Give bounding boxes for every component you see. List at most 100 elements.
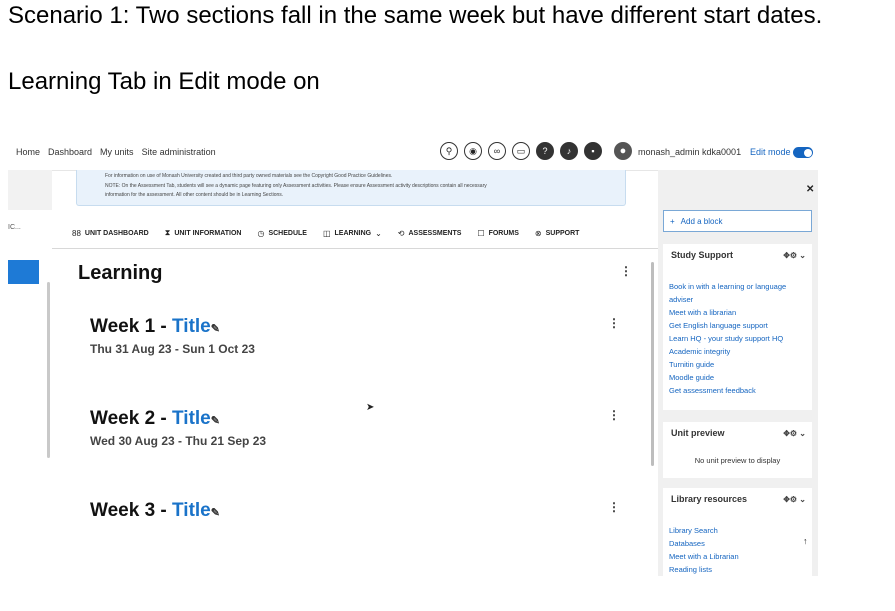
scenario-heading: Scenario 1: Two sections fall in the sam… [8,2,823,29]
left-scrollbar[interactable] [47,282,50,458]
link-turnitin-guide[interactable]: Turnitin guide [669,358,806,371]
mouse-pointer-icon: ➤ [366,402,375,413]
search-icon[interactable]: ⚲ [440,142,458,160]
left-drawer-panel [8,170,52,210]
link-library-search[interactable]: Library Search [669,524,806,537]
unit-tabs: 88 UNIT DASHBOARD ⧗ UNIT INFORMATION ◷ SCHE… [72,228,579,238]
bell-icon[interactable]: ♪ [560,142,578,160]
tab-label: ASSESSMENTS [408,229,462,237]
week-label: Week 1 - [90,316,173,337]
copyright-notice: For information on use of Monash Univers… [76,170,626,206]
nav-home-link[interactable]: Home [16,147,40,157]
user-avatar[interactable]: ● [614,142,632,160]
study-support-block: Study Support ✥⚙ ⌄ Book in with a learnin… [663,244,812,410]
mode-heading: Learning Tab in Edit mode on [8,68,320,95]
link-book-adviser-cont[interactable]: adviser [669,293,806,306]
section-dates-week-1: Thu 31 Aug 23 - Sun 1 Oct 23 [90,342,255,356]
help-icon[interactable]: ? [536,142,554,160]
username[interactable]: monash_admin kdka0001 [638,147,741,157]
grid-icon: 88 [72,228,81,238]
unit-preview-empty: No unit preview to display [694,456,781,465]
notice-line-1: For information on use of Monash Univers… [105,173,393,179]
forum-icon: ☐ [477,228,485,238]
accessibility-icon[interactable]: ◉ [464,142,482,160]
study-support-links: Book in with a learning or language advi… [663,260,812,403]
nav-dashboard-link[interactable]: Dashboard [48,147,92,157]
block-controls-icon[interactable]: ✥⚙ ⌄ [783,429,806,438]
week-title-link[interactable]: Title [172,500,211,521]
chevron-down-icon: ⌄ [375,228,382,238]
page-kebab-menu-icon[interactable]: ⋮ [620,264,632,278]
section-kebab-menu-icon[interactable]: ⋮ [608,500,620,514]
primary-nav: Home Dashboard My units Site administrat… [16,147,216,157]
tab-label: SCHEDULE [268,229,307,237]
main-scrollbar[interactable] [651,262,654,466]
pencil-icon[interactable]: ✎ [211,507,220,519]
tab-schedule[interactable]: ◷ SCHEDULE [257,228,307,238]
link-databases[interactable]: Databases [669,537,806,550]
assessment-icon: ⟲ [397,228,405,238]
tab-label: UNIT INFORMATION [174,229,242,237]
week-title-link[interactable]: Title [172,316,211,337]
edit-mode-toggle[interactable] [793,147,813,158]
tabs-divider [52,248,658,249]
nav-my-units-link[interactable]: My units [100,147,134,157]
link-english-support[interactable]: Get English language support [669,319,806,332]
tab-label: FORUMS [488,229,519,237]
block-title: Unit preview [671,428,725,438]
link-academic-integrity[interactable]: Academic integrity [669,345,806,358]
add-block-label: Add a block [680,216,723,226]
library-links: Library Search Databases Meet with a Lib… [663,504,812,576]
section-title-week-3: Week 3 - Title✎ [90,500,220,522]
notice-line-2: NOTE: On the Assessment Tab, students wi… [105,182,487,189]
block-title: Library resources [671,494,748,504]
close-icon[interactable]: ✕ [806,184,814,195]
left-drawer-active-item[interactable] [8,260,39,284]
tab-forums[interactable]: ☐ FORUMS [477,228,519,238]
chat-icon[interactable]: ▪ [584,142,602,160]
clock-icon: ◷ [257,228,265,238]
edit-mode-label: Edit mode [750,147,791,157]
book-icon[interactable]: ▭ [512,142,530,160]
block-controls-icon[interactable]: ✥⚙ ⌄ [783,251,806,260]
link-book-adviser[interactable]: Book in with a learning or language [669,280,806,293]
tab-unit-dashboard[interactable]: 88 UNIT DASHBOARD [72,228,149,238]
block-title: Study Support [671,250,733,260]
section-dates-week-2: Wed 30 Aug 23 - Thu 21 Sep 23 [90,434,267,448]
link-reading-lists[interactable]: Reading lists [669,563,806,576]
link-meet-librarian-2[interactable]: Meet with a Librarian [669,550,806,563]
link-moodle-guide[interactable]: Moodle guide [669,371,806,384]
link-learn-hq[interactable]: Learn HQ - your study support HQ [669,332,806,345]
week-title-link[interactable]: Title [172,408,211,429]
book-icon: ◫ [322,228,331,238]
tab-learning[interactable]: ◫ LEARNING ⌄ [323,228,382,238]
tab-label: UNIT DASHBOARD [84,229,149,237]
top-navigation: Home Dashboard My units Site administrat… [8,136,818,171]
pencil-icon[interactable]: ✎ [211,415,220,427]
block-controls-icon[interactable]: ✥⚙ ⌄ [783,495,806,504]
tab-label: SUPPORT [545,229,580,237]
toolbar-icons: ⚲ ◉ ∞ ▭ ? ♪ ▪ [440,142,602,160]
section-title-week-2: Week 2 - Title✎ [90,408,220,430]
link-meet-librarian[interactable]: Meet with a librarian [669,306,806,319]
tab-label: LEARNING [334,229,372,237]
tab-unit-information[interactable]: ⧗ UNIT INFORMATION [165,228,242,238]
plus-icon: + [670,216,675,226]
section-kebab-menu-icon[interactable]: ⋮ [608,316,620,330]
link-assessment-feedback[interactable]: Get assessment feedback [669,384,806,397]
nav-site-admin-link[interactable]: Site administration [142,147,216,157]
tab-assessments[interactable]: ⟲ ASSESSMENTS [398,228,462,238]
pencil-icon[interactable]: ✎ [211,323,220,335]
notice-line-3: information for the assessment. All othe… [105,192,284,198]
support-icon: ⊗ [534,228,542,238]
week-label: Week 3 - [90,500,173,521]
page-title: Learning [78,262,163,284]
back-to-top-icon[interactable]: ↑ [803,536,808,546]
section-title-week-1: Week 1 - Title✎ [90,316,220,338]
unit-preview-block: Unit preview ✥⚙ ⌄ No unit preview to disp… [663,422,812,478]
moodle-screenshot: Home Dashboard My units Site administrat… [8,136,818,576]
link-icon[interactable]: ∞ [488,142,506,160]
section-kebab-menu-icon[interactable]: ⋮ [608,408,620,422]
add-block-button[interactable]: + Add a block [663,210,812,232]
tab-support[interactable]: ⊗ SUPPORT [535,228,580,238]
